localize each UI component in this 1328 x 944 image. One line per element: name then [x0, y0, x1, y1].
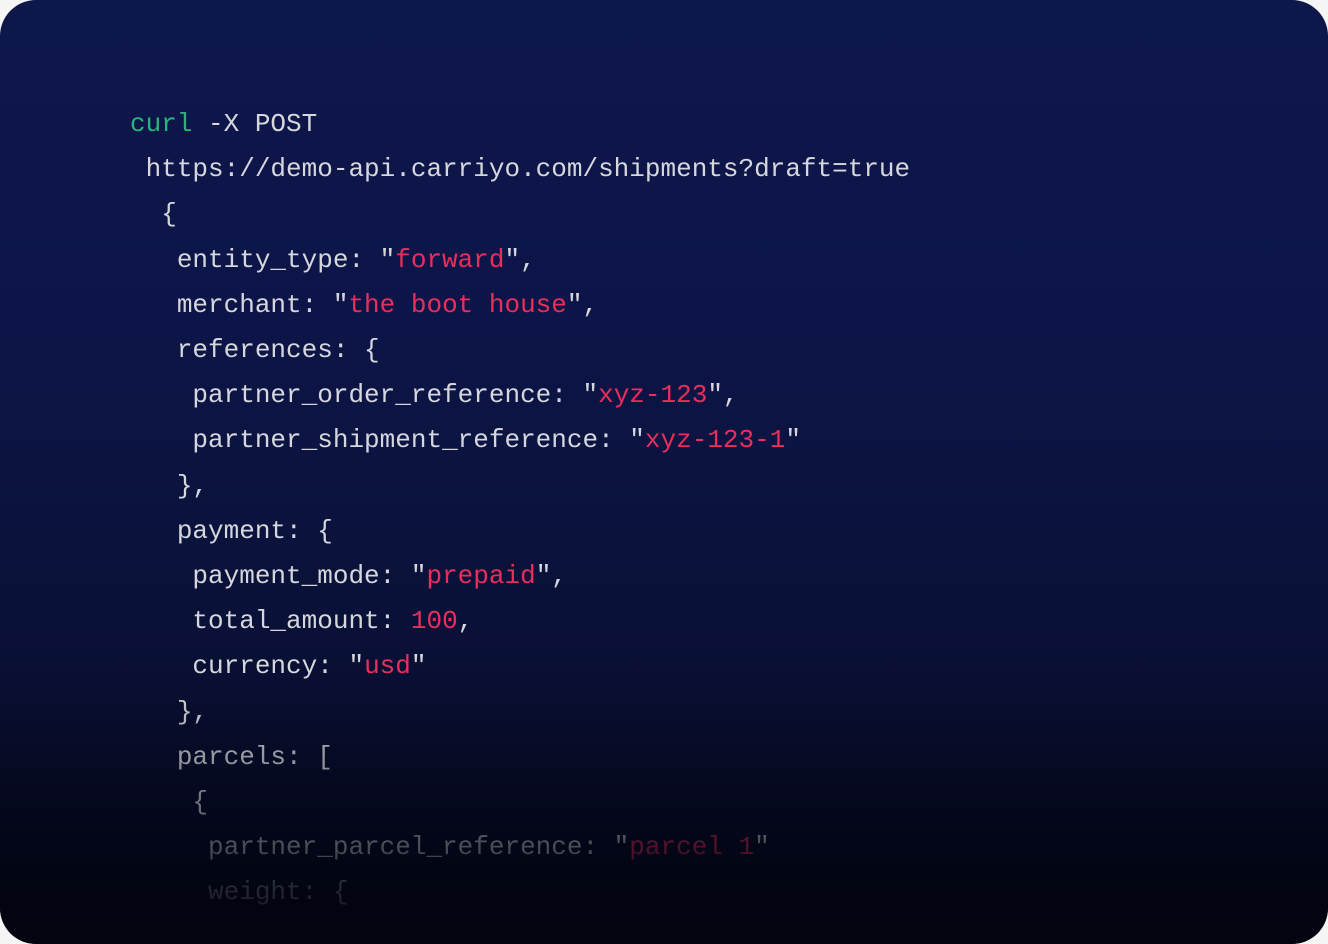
- currency-value: usd: [364, 651, 411, 681]
- entity-type-value: forward: [395, 245, 504, 275]
- partner-shipment-value: xyz-123-1: [645, 425, 785, 455]
- request-url: https://demo-api.carriyo.com/shipments?d…: [146, 154, 911, 184]
- merchant-value: the boot house: [348, 290, 566, 320]
- total-amount-value: 100: [411, 606, 458, 636]
- references-key: references: {: [177, 335, 380, 365]
- body-open-brace: {: [161, 199, 177, 229]
- payment-key: payment: {: [177, 516, 333, 546]
- currency-key: currency: ": [192, 651, 364, 681]
- partner-parcel-key: partner_parcel_reference: ": [208, 832, 629, 862]
- references-close: },: [177, 471, 208, 501]
- payment-mode-value: prepaid: [426, 561, 535, 591]
- total-amount-key: total_amount:: [192, 606, 410, 636]
- partner-order-key: partner_order_reference: ": [192, 380, 598, 410]
- code-block: curl -X POST https://demo-api.carriyo.co…: [130, 102, 1288, 916]
- payment-close: },: [177, 697, 208, 727]
- parcels-key: parcels: [: [177, 742, 333, 772]
- curl-command: curl: [130, 109, 192, 139]
- parcel-open-brace: {: [192, 787, 208, 817]
- merchant-key: merchant: ": [177, 290, 349, 320]
- partner-parcel-value: parcel 1: [629, 832, 754, 862]
- partner-shipment-key: partner_shipment_reference: ": [192, 425, 644, 455]
- weight-key: weight: {: [208, 877, 348, 907]
- code-window: curl -X POST https://demo-api.carriyo.co…: [0, 0, 1328, 944]
- payment-mode-key: payment_mode: ": [192, 561, 426, 591]
- method-flag: -X POST: [192, 109, 317, 139]
- partner-order-value: xyz-123: [598, 380, 707, 410]
- entity-type-key: entity_type: ": [177, 245, 395, 275]
